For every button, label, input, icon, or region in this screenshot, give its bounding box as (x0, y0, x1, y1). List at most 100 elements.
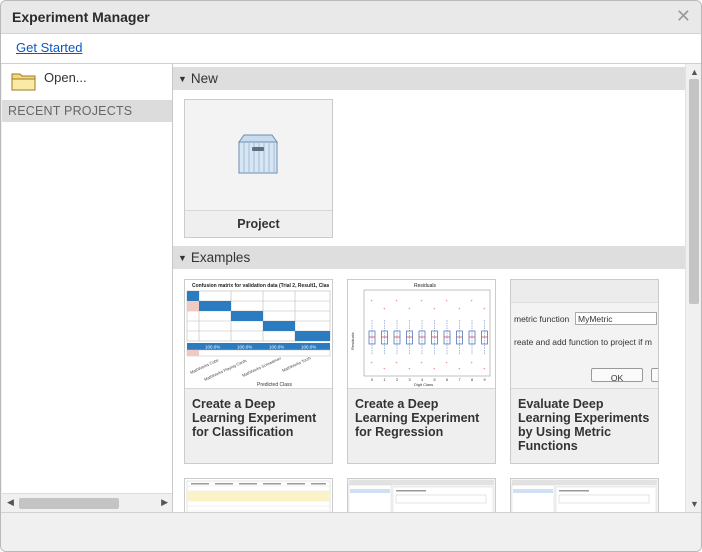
boxplot-group: + + + + + + + + + + + + + + + + + + + + (368, 298, 488, 371)
category-label: MathWorks Screwdriver (241, 355, 282, 378)
caption-line: Learning Experiment (355, 411, 480, 425)
x-tick-label: 9 (484, 378, 486, 382)
boxplot-outlier: + (396, 298, 399, 303)
collapse-triangle-icon: ▼ (178, 74, 187, 84)
example-card-caption: Evaluate Deep Learning Experiments by Us… (518, 397, 649, 453)
ok-label: OK (610, 373, 624, 383)
window-title: Experiment Manager (12, 9, 150, 25)
category-label: MathWorks Torch (281, 355, 311, 373)
pct-label: 100.0% (269, 345, 284, 350)
scroll-up-icon[interactable]: ▲ (690, 67, 699, 77)
caption-line: Functions (518, 439, 578, 453)
caption-line: for Classification (192, 425, 294, 439)
boxplot-outlier: + (408, 306, 411, 311)
left-pane: Open... RECENT PROJECTS ◀ ▶ (2, 64, 173, 513)
example-card-caption: Create a Deep Learning Experiment for Re… (355, 397, 479, 439)
recent-projects-header: RECENT PROJECTS (2, 100, 172, 122)
footer-bar (1, 512, 701, 551)
ok-button-thumb: OK (591, 368, 643, 383)
pct-label: 100.0% (237, 345, 252, 350)
caption-line: Create a Deep (355, 397, 439, 411)
x-tick-label: 7 (459, 378, 461, 382)
caption-line: Evaluate Deep (518, 397, 604, 411)
boxplot-outlier: + (471, 360, 474, 365)
boxplot-outlier: + (483, 366, 486, 371)
pct-label: 100.0% (301, 345, 316, 350)
section-examples-header[interactable]: ▼ Examples (173, 246, 685, 269)
new-project-card[interactable]: Project (184, 99, 333, 238)
metric-function-label: metric function (514, 314, 570, 324)
example-card-partial[interactable] (184, 478, 333, 512)
cancel-button-thumb (651, 368, 658, 382)
confusion-matrix-thumbnail: Confusion matrix for validation data (Tr… (186, 283, 331, 388)
scroll-left-icon[interactable]: ◀ (7, 497, 14, 508)
example-card-partial[interactable] (510, 478, 659, 512)
example-card-regression[interactable]: Residuals Residuals Digit Class + + + + + + + +… (347, 279, 496, 464)
vertical-scrollbar[interactable]: ▲ ▼ (685, 64, 701, 512)
gallery-pane: ▼ New Project ▼ Examples Confusion matri… (173, 64, 685, 512)
get-started-link[interactable]: Get Started (16, 40, 82, 55)
folder-icon (11, 73, 36, 91)
x-tick-label: 8 (471, 378, 473, 382)
example-card-partial[interactable] (347, 478, 496, 512)
x-tick-label: 1 (384, 378, 386, 382)
x-tick-label: 0 (371, 378, 373, 382)
experiment-manager-window: Experiment Manager ✕ Get Started Open...… (0, 0, 702, 552)
pct-label: 100.0% (205, 345, 220, 350)
close-icon[interactable]: ✕ (676, 6, 691, 27)
x-tick-label: 4 (421, 378, 423, 382)
link-bar: Get Started (1, 34, 701, 64)
x-tick-label: 5 (434, 378, 436, 382)
confusion-xlabel: Predicted Class (257, 382, 293, 388)
app-thumbnail (511, 480, 657, 512)
section-new-header[interactable]: ▼ New (173, 67, 685, 90)
metric-dialog-thumb: metric function MyMetric reate and add f… (511, 280, 658, 389)
boxplot-outlier: + (483, 306, 486, 311)
x-tick-label: 3 (409, 378, 411, 382)
boxplot-outlier: + (408, 366, 411, 371)
table-thumbnail (186, 480, 331, 512)
boxplot-outlier: + (371, 298, 374, 303)
partial-thumb (511, 479, 658, 512)
scroll-right-icon[interactable]: ▶ (161, 497, 168, 508)
dialog-strip (511, 280, 658, 303)
boxplot-outlier: + (421, 298, 424, 303)
metric-function-field: MyMetric (575, 312, 657, 325)
title-bar: Experiment Manager ✕ (1, 1, 701, 34)
collapse-triangle-icon: ▼ (178, 253, 187, 263)
caption-line: Create a Deep (192, 397, 276, 411)
boxplot-outlier: + (421, 360, 424, 365)
example-card-metric-functions[interactable]: metric function MyMetric reate and add f… (510, 279, 659, 464)
scroll-down-icon[interactable]: ▼ (690, 499, 699, 509)
confusion-title: Confusion matrix for validation data (Tr… (192, 283, 329, 289)
caption-line: by Using Metric (518, 425, 612, 439)
caption-line: for Regression (355, 425, 444, 439)
boxplot-outlier: + (471, 298, 474, 303)
section-new-label: New (190, 71, 218, 86)
residuals-xlabel: Digit Class (414, 382, 433, 387)
boxplot-outlier: + (383, 306, 386, 311)
partial-thumb (185, 479, 332, 512)
boxplot-outlier: + (458, 306, 461, 311)
boxplot-outlier: + (433, 366, 436, 371)
residuals-thumb: Residuals Residuals Digit Class + + + + + + + +… (348, 280, 495, 389)
open-button[interactable]: Open... (2, 64, 172, 97)
example-card-caption: Create a Deep Learning Experiment for Cl… (192, 397, 316, 439)
residuals-title: Residuals (414, 283, 436, 289)
open-label: Open... (44, 70, 87, 85)
residuals-ylabel: Residuals (350, 332, 355, 350)
horizontal-scrollbar[interactable]: ◀ ▶ (2, 493, 172, 513)
project-thumb (185, 100, 332, 211)
boxplot-outlier: + (396, 360, 399, 365)
example-card-classification[interactable]: Confusion matrix for validation data (Tr… (184, 279, 333, 464)
partial-thumb (348, 479, 495, 512)
scrollbar-thumb[interactable] (19, 498, 119, 509)
caption-line: Learning Experiments (518, 411, 650, 425)
metric-function-value: MyMetric (578, 314, 613, 324)
scrollbar-thumb[interactable] (689, 79, 699, 304)
boxplot-outlier: + (433, 306, 436, 311)
x-tick-label: 2 (396, 378, 398, 382)
boxplot-outlier: + (446, 298, 449, 303)
confusion-matrix-thumb: Confusion matrix for validation data (Tr… (185, 280, 332, 389)
caption-line: Learning Experiment (192, 411, 317, 425)
